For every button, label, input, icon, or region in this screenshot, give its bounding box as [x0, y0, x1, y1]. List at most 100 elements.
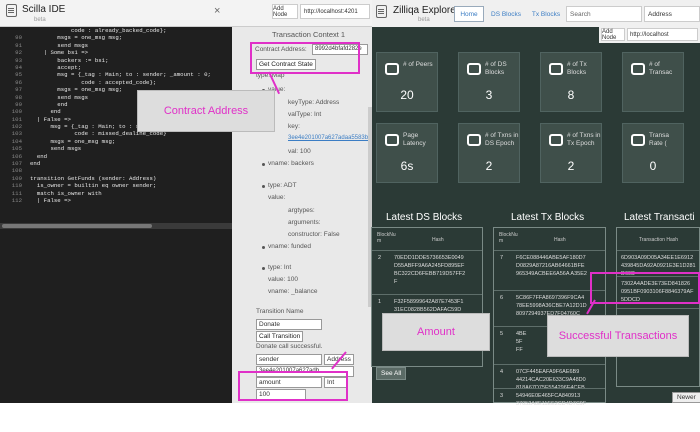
- explorer-beta-label: beta: [418, 17, 430, 23]
- stat-card: # of Peers 20: [376, 52, 438, 112]
- search-type-select[interactable]: Address: [644, 6, 700, 22]
- newer-button[interactable]: Newer: [672, 392, 700, 403]
- line-number: 110: [11, 182, 22, 190]
- stat-card-label: Page Latency: [403, 132, 426, 147]
- state-key-value[interactable]: 3ee4e201007a627adaa5583bb: [288, 135, 371, 141]
- nav-ds-blocks-link[interactable]: DS Blocks: [488, 6, 524, 22]
- rate-icon: [631, 134, 645, 146]
- line-number: 109: [11, 174, 22, 182]
- stat-card: # of Transac: [622, 52, 684, 112]
- hash-text[interactable]: BC322CD6FEBB719D57FF2: [394, 271, 465, 278]
- code-line: 94 accept;: [0, 64, 232, 71]
- code-line: 111 match is_owner with: [0, 190, 232, 197]
- transition-name-label: Transition Name: [256, 308, 304, 315]
- stat-card-label: # of Peers: [403, 61, 433, 68]
- hash-text[interactable]: 6D903A09D05A34EE1E6912: [621, 255, 693, 262]
- hash-text[interactable]: 07CF445EAFA9F6AE6B9: [516, 369, 579, 376]
- table-row[interactable]: 4 07CF445EAFA9F6AE6B9 44214CAC20E633C9A48D…: [494, 364, 605, 391]
- state-val-type: valType: Int: [288, 111, 322, 118]
- tx-col-blocknum: BlockNu m: [499, 232, 518, 244]
- code-text: send msgs: [30, 93, 89, 101]
- stat-card: # of Tx Blocks 8: [540, 52, 602, 112]
- code-line: code : already_backed_code};: [0, 27, 232, 34]
- state-constructor: constructor: False: [288, 231, 340, 238]
- line-number: 98: [15, 93, 22, 101]
- table-row[interactable]: 2 70EDD1DDE5736653E0049 D55ABFF9A6A245FD89…: [372, 250, 482, 294]
- code-text: end: [30, 108, 61, 116]
- code-line: 96 code : accepted_code};: [0, 79, 232, 86]
- call-transition-button[interactable]: Call Transition: [256, 331, 304, 342]
- ide-title: Scilla IDE: [22, 4, 66, 15]
- txn-col-hash: Transaction Hash: [639, 237, 678, 243]
- transition-name-input[interactable]: Donate: [256, 319, 322, 330]
- stat-card-label: # of Txns in Tx Epoch: [567, 132, 601, 147]
- state-val: val: 100: [288, 148, 311, 155]
- code-text: backers := bs1;: [30, 56, 109, 64]
- code-line: 104 msgs = one_msg msg;: [0, 138, 232, 145]
- code-line: 109 transition GetFunds (sender: Address): [0, 175, 232, 182]
- hash-text[interactable]: 37052A8E11EE2CD4D7C9F: [516, 401, 586, 408]
- hash-text[interactable]: 5C86F7FFA8697396F9CA4: [516, 295, 584, 302]
- line-number: 90: [15, 34, 22, 42]
- table-row[interactable]: 3 54946E0E465FCA840913 37052A8E11EE2CD4D7C…: [494, 388, 605, 432]
- bullet-dot: [262, 246, 265, 249]
- hash-text[interactable]: F: [394, 279, 397, 286]
- line-number: 103: [11, 130, 22, 138]
- peers-icon: [385, 63, 399, 75]
- hash-text[interactable]: D0829A87216AB64661BFE: [516, 263, 585, 270]
- line-number: 108: [11, 167, 22, 175]
- hash-text[interactable]: 439845DA92A0921E3E1D281: [621, 263, 696, 270]
- code-text: msgs = one_msg msg;: [30, 34, 123, 42]
- successful-transactions-callout: Successful Transactions: [547, 315, 689, 357]
- line-number: 96: [15, 78, 22, 86]
- transactions-icon: [631, 63, 645, 75]
- node-url-input[interactable]: http://localhost:4201: [300, 4, 370, 19]
- code-text: send msgs: [30, 145, 82, 153]
- code-scrollbar[interactable]: [0, 223, 232, 229]
- see-all-button[interactable]: See All: [376, 367, 407, 380]
- hash-text[interactable]: 965349ACBEE6A56A A35E2: [516, 271, 587, 278]
- code-text: end: [30, 152, 48, 160]
- code-text: msg = {_tag : Main; to : sender; _amount…: [30, 71, 211, 79]
- code-line: 90 msgs = one_msg msg;: [0, 34, 232, 41]
- hash-text[interactable]: 54946E0E465FCA840913: [516, 393, 580, 400]
- stat-card: # of DS Blocks 3: [458, 52, 520, 112]
- line-number: 95: [15, 71, 22, 79]
- code-line: 92 | Some bs1 =>: [0, 49, 232, 56]
- close-icon[interactable]: ×: [214, 5, 220, 17]
- latest-tx-blocks-heading: Latest Tx Blocks: [511, 212, 585, 223]
- nav-home-button[interactable]: Home: [454, 6, 484, 22]
- line-number: 91: [15, 41, 22, 49]
- add-node-button[interactable]: Add Node: [272, 4, 298, 19]
- hash-text[interactable]: 4BE: [516, 331, 526, 338]
- hash-text[interactable]: 5F: [516, 339, 522, 346]
- line-number: 102: [11, 123, 22, 131]
- hash-text[interactable]: FF: [516, 347, 523, 354]
- line-number: 92: [15, 49, 22, 57]
- nav-tx-blocks-link[interactable]: Tx Blocks: [528, 6, 564, 22]
- hash-text[interactable]: 78EE5998A36CBE7A12D1D: [516, 303, 587, 310]
- block-number: 2: [378, 255, 382, 261]
- hash-text[interactable]: F32F58999642A87E7453F1: [394, 299, 463, 306]
- stat-card-value: 2: [567, 159, 575, 173]
- block-number: 1: [378, 299, 382, 305]
- ds-col-hash: Hash: [432, 237, 444, 243]
- state-arguments: arguments:: [288, 219, 321, 226]
- hash-text[interactable]: F6CE088446ABE5AF180D7: [516, 255, 586, 262]
- hash-text[interactable]: 70EDD1DDE5736653E0049: [394, 255, 464, 262]
- param-name-sender[interactable]: sender: [256, 354, 322, 365]
- code-line: 106 end: [0, 153, 232, 160]
- explorer-node-url-input[interactable]: http://localhost: [627, 28, 698, 41]
- line-number: 107: [11, 160, 22, 168]
- code-editor[interactable]: code : already_backed_code}; 90 msgs = on…: [0, 27, 232, 403]
- hash-text[interactable]: D55ABFF9A6A245FD895EF: [394, 263, 464, 270]
- ide-header: Scilla IDE beta × Add Node http://localh…: [0, 0, 372, 27]
- hash-text[interactable]: 44214CAC20E633C9A48D0: [516, 377, 586, 384]
- code-line: 91 send msgs: [0, 42, 232, 49]
- line-number: 101: [11, 115, 22, 123]
- stat-card-label: Transa Rate (: [649, 132, 669, 147]
- explorer-add-node-button[interactable]: Add Node: [601, 28, 625, 41]
- search-input[interactable]: Search: [566, 6, 642, 22]
- table-row[interactable]: 7 F6CE088446ABE5AF180D7 D0829A87216AB64661…: [494, 250, 605, 290]
- state-vname-balance: vname: _balance: [268, 288, 318, 295]
